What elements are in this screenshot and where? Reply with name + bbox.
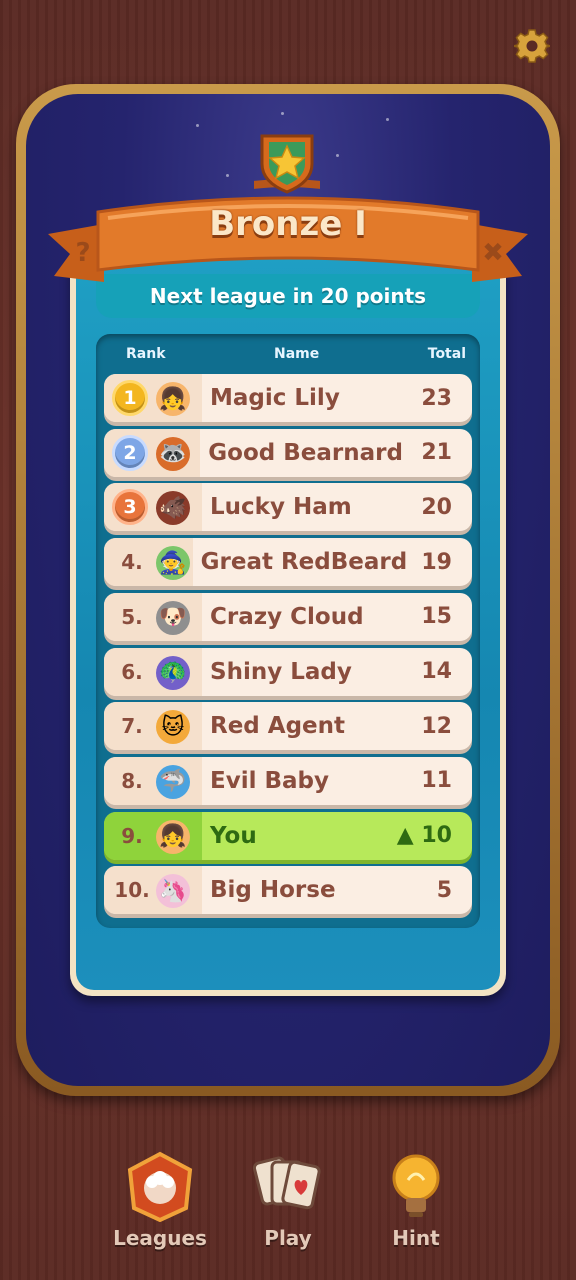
rank-cell: 1 👧	[104, 374, 202, 422]
rank-cell: 3 🐗	[104, 483, 202, 532]
player-name: Crazy Cloud	[210, 603, 364, 630]
close-button[interactable]: ✖	[476, 236, 510, 270]
rank-cell: 6. 🦚	[104, 647, 202, 696]
girl-icon: 👧	[156, 819, 190, 854]
bronze-medal-icon: 3	[112, 489, 148, 526]
rank-cell: 8. 🦈	[104, 756, 202, 805]
player-name: Great RedBeard	[200, 549, 408, 576]
rank-number: 6.	[121, 659, 143, 684]
player-total: 23	[421, 385, 452, 411]
shark-icon: 🦈	[156, 764, 190, 799]
player-total: 14	[421, 659, 452, 684]
player-name: Magic Lily	[210, 385, 340, 411]
league-ribbon: ? Bronze I ✖	[48, 190, 528, 286]
player-total: 20	[421, 494, 452, 520]
nav-leagues[interactable]: Leagues	[100, 1150, 220, 1250]
bottom-navigation: Leagues Play Hint	[0, 1150, 576, 1260]
column-header-rank: Rank	[126, 346, 166, 362]
cat-icon: 🐱	[156, 710, 190, 745]
leaderboard-row[interactable]: 6. 🦚 Shiny Lady 14	[104, 647, 472, 696]
nav-hint[interactable]: Hint	[356, 1150, 476, 1250]
leaderboard-row[interactable]: 5. 🐶 Crazy Cloud 15	[104, 592, 472, 641]
settings-gear-icon[interactable]	[512, 28, 552, 64]
nav-play[interactable]: Play	[228, 1150, 348, 1250]
player-name: Red Agent	[210, 713, 346, 740]
star-shield-icon	[214, 130, 360, 196]
cards-icon	[252, 1150, 324, 1222]
player-name: You	[210, 822, 257, 849]
unicorn-icon: 🦄	[156, 874, 190, 909]
player-name: Good Bearnard	[208, 439, 403, 466]
leaderboard-row[interactable]: 2 🦝 Good Bearnard 21	[104, 428, 472, 477]
player-total: ▲ 10	[396, 823, 452, 849]
player-total: 11	[421, 768, 452, 794]
player-total: 5	[436, 877, 452, 903]
leaderboard-panel: Next league in 20 points Rank Name Total…	[70, 250, 506, 996]
leaderboard-row[interactable]: 3 🐗 Lucky Ham 20	[104, 483, 472, 532]
rank-number: 5.	[121, 604, 143, 629]
rank-cell: 10. 🦄	[104, 866, 202, 915]
peacock-icon: 🦚	[156, 655, 190, 690]
nav-hint-label: Hint	[392, 1226, 440, 1250]
silver-medal-icon: 2	[112, 434, 148, 471]
rank-number: 10.	[114, 878, 150, 903]
leaderboard-table: Rank Name Total 1 👧 Magic Lily 23 2 🦝 Good Bea…	[96, 334, 480, 928]
leaderboard-row[interactable]: 4. 🧙 Great RedBeard 19	[104, 538, 472, 587]
rank-number: 7.	[121, 714, 143, 739]
leaderboard-row[interactable]: 8. 🦈 Evil Baby 11	[104, 756, 472, 805]
gold-medal-icon: 1	[112, 380, 148, 416]
player-name: Lucky Ham	[210, 494, 352, 521]
rank-number: 4.	[121, 550, 143, 575]
lightbulb-icon	[380, 1150, 452, 1222]
raccoon-icon: 🦝	[156, 436, 190, 471]
leaderboard-row[interactable]: 7. 🐱 Red Agent 12	[104, 702, 472, 751]
rank-cell: 9. 👧	[104, 811, 202, 860]
leaderboard-row-you[interactable]: 9. 👧 You ▲ 10	[104, 811, 472, 860]
column-header-total: Total	[427, 346, 466, 362]
rank-number: 8.	[121, 768, 143, 793]
rank-cell: 7. 🐱	[104, 702, 202, 751]
player-total: 21	[421, 440, 452, 466]
player-name: Big Horse	[210, 877, 336, 904]
nav-leagues-label: Leagues	[113, 1226, 207, 1250]
rank-number: 9.	[121, 823, 143, 848]
player-name: Evil Baby	[210, 767, 329, 794]
boar-icon: 🐗	[156, 491, 190, 526]
leagues-icon	[124, 1150, 196, 1223]
column-header-name: Name	[274, 346, 320, 362]
dog-icon: 🐶	[156, 600, 190, 635]
leaderboard-row[interactable]: 1 👧 Magic Lily 23	[104, 374, 472, 422]
rank-cell: 2 🦝	[104, 428, 201, 477]
player-total: 19	[421, 549, 452, 575]
rank-cell: 5. 🐶	[104, 592, 202, 641]
rank-cell: 4. 🧙	[104, 538, 193, 587]
league-title: Bronze I	[209, 204, 367, 244]
player-total: 15	[421, 604, 452, 630]
player-total: 12	[421, 713, 452, 739]
gnome-icon: 🧙	[156, 546, 190, 581]
nav-play-label: Play	[264, 1226, 312, 1250]
girl-icon: 👧	[156, 382, 190, 416]
player-name: Shiny Lady	[210, 658, 352, 685]
leaderboard-row[interactable]: 10. 🦄 Big Horse 5	[104, 866, 472, 915]
